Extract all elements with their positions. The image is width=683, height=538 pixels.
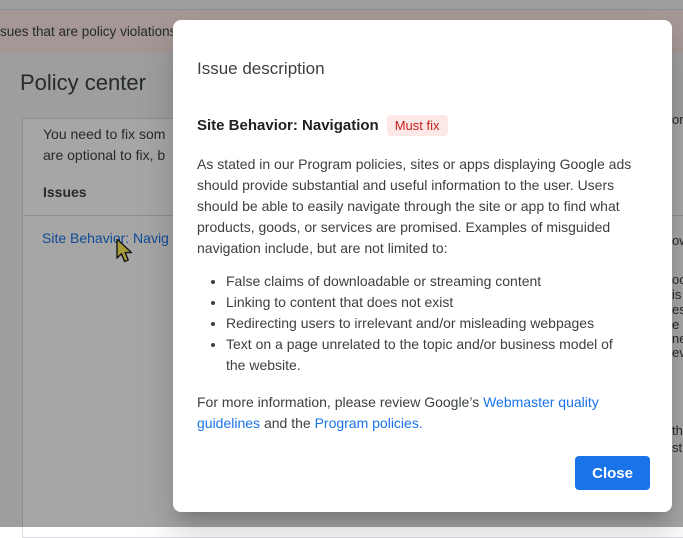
list-item: Redirecting users to irrelevant and/or m… (226, 313, 648, 334)
more-info-text: For more information, please review Goog… (197, 392, 648, 434)
list-item: Text on a page unrelated to the topic an… (226, 334, 648, 376)
more-info-text-part1: For more information, please review Goog… (197, 394, 483, 410)
issue-name: Site Behavior: Navigation (197, 117, 379, 134)
issue-heading-row: Site Behavior: Navigation Must fix (197, 115, 648, 136)
close-button[interactable]: Close (575, 456, 650, 490)
program-policies-link[interactable]: Program policies. (315, 415, 423, 431)
issue-description-dialog: Issue description Site Behavior: Navigat… (173, 20, 672, 512)
list-item: False claims of downloadable or streamin… (226, 271, 648, 292)
dialog-title: Issue description (197, 20, 648, 81)
issue-description-text: As stated in our Program policies, sites… (197, 154, 648, 259)
misguided-navigation-list: False claims of downloadable or streamin… (197, 271, 648, 376)
must-fix-badge: Must fix (387, 115, 448, 136)
list-item: Linking to content that does not exist (226, 292, 648, 313)
more-info-text-part2: and the (260, 415, 315, 431)
dialog-button-row: Close (575, 456, 650, 490)
